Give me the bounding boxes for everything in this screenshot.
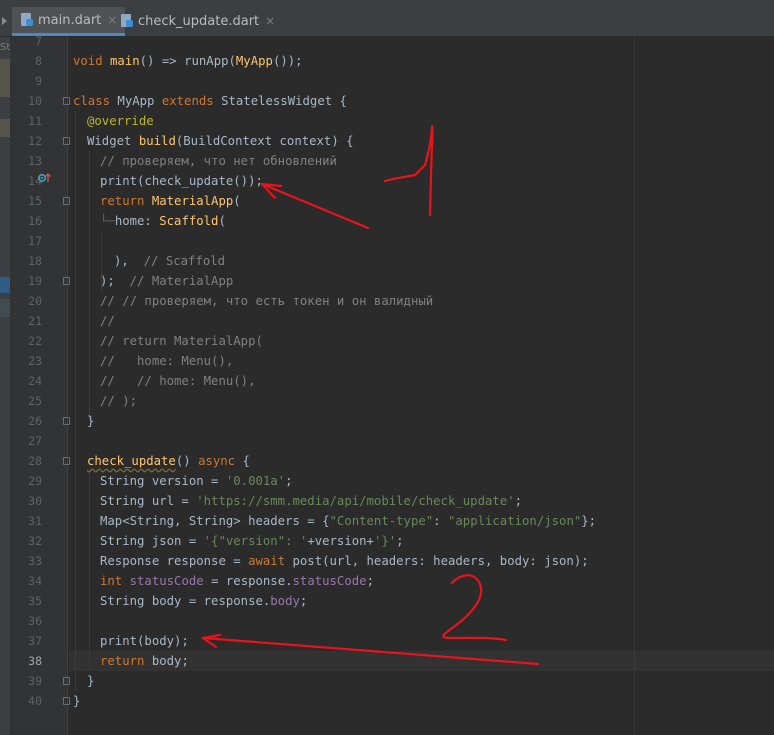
line-number: 23 xyxy=(28,354,42,368)
code-line-10[interactable]: class MyApp extends StatelessWidget { xyxy=(73,91,347,111)
code-line-33[interactable]: Response response = await post(url, head… xyxy=(100,551,589,571)
strip-marker xyxy=(0,119,10,137)
line-number: 19 xyxy=(28,274,42,288)
code-line-18[interactable]: ), // Scaffold xyxy=(114,251,225,271)
code-line-11[interactable]: @override xyxy=(87,111,154,131)
code-line-15[interactable]: return MaterialApp( xyxy=(100,191,241,211)
strip-marker xyxy=(0,277,10,293)
code-line-19[interactable]: ); // MaterialApp xyxy=(100,271,233,291)
dart-file-icon xyxy=(20,13,34,27)
code-line-8[interactable]: void main() => runApp(MyApp()); xyxy=(73,51,303,71)
tab-scroll-left-icon[interactable] xyxy=(0,8,8,34)
code-line-16[interactable]: └─home: Scaffold( xyxy=(100,211,226,231)
line-number: 30 xyxy=(28,494,42,508)
line-number: 20 xyxy=(28,294,42,308)
code-line-23[interactable]: // home: Menu(), xyxy=(100,351,233,371)
line-number-gutter[interactable]: 7 8 9 10 11 12 13 14 15 16 17 18 19 20 2… xyxy=(10,34,70,735)
line-number: 40 xyxy=(28,694,42,708)
line-number: 33 xyxy=(28,554,42,568)
line-number: 39 xyxy=(28,674,42,688)
dart-file-icon xyxy=(120,14,134,28)
tab-label: check_update.dart xyxy=(138,13,260,29)
line-number: 36 xyxy=(28,614,42,628)
code-line-14[interactable]: print(check_update()); xyxy=(100,171,263,191)
editor-tab-bar: main.dart × check_update.dart × xyxy=(0,0,774,37)
line-number: 29 xyxy=(28,474,42,488)
line-number: 18 xyxy=(28,254,42,268)
line-number: 16 xyxy=(28,214,42,228)
line-number: 25 xyxy=(28,394,42,408)
line-number: 12 xyxy=(28,134,42,148)
line-number: 9 xyxy=(35,74,42,88)
code-line-21[interactable]: // xyxy=(100,311,115,331)
tab-check-update-dart[interactable]: check_update.dart × xyxy=(112,8,283,34)
code-line-28[interactable]: check_update() async { xyxy=(87,451,250,471)
line-number: 15 xyxy=(28,194,42,208)
side-panel-strip[interactable]: St xyxy=(0,37,10,735)
code-line-24[interactable]: // // home: Menu(), xyxy=(100,371,255,391)
code-line-29[interactable]: String version = '0.001a'; xyxy=(100,471,293,491)
code-line-25[interactable]: // ); xyxy=(100,391,137,411)
line-number: 26 xyxy=(28,414,42,428)
code-line-35[interactable]: String body = response.body; xyxy=(100,591,307,611)
line-number: 27 xyxy=(28,434,42,448)
code-line-12[interactable]: Widget build(BuildContext context) { xyxy=(87,131,354,151)
code-line-38[interactable]: return body; xyxy=(100,651,189,671)
right-margin-guide xyxy=(634,37,635,735)
line-number-current: 38 xyxy=(28,654,42,668)
code-line-30[interactable]: String url = 'https://smm.media/api/mobi… xyxy=(100,491,522,511)
line-number: 31 xyxy=(28,514,42,528)
side-panel-label: St xyxy=(0,42,11,53)
strip-marker xyxy=(0,299,10,317)
line-number: 10 xyxy=(28,94,42,108)
line-number: 11 xyxy=(28,114,42,128)
code-line-32[interactable]: String json = '{"version": '+version+'}'… xyxy=(100,531,404,551)
line-number: 28 xyxy=(28,454,42,468)
code-editor[interactable]: void main() => runApp(MyApp()); class My… xyxy=(69,37,774,735)
code-line-40[interactable]: } xyxy=(73,691,80,711)
line-number: 21 xyxy=(28,314,42,328)
tab-label: main.dart xyxy=(38,12,102,28)
line-number: 37 xyxy=(28,634,42,648)
code-line-13[interactable]: // проверяем, что нет обновлений xyxy=(100,151,337,171)
strip-marker xyxy=(0,59,10,97)
line-number: 35 xyxy=(28,594,42,608)
override-gutter-icon[interactable] xyxy=(38,172,52,184)
code-line-39[interactable]: } xyxy=(87,671,94,691)
line-number: 17 xyxy=(28,234,42,248)
line-number: 22 xyxy=(28,334,42,348)
code-line-34[interactable]: int statusCode = response.statusCode; xyxy=(100,571,374,591)
code-line-22[interactable]: // return MaterialApp( xyxy=(100,331,263,351)
close-tab-icon[interactable]: × xyxy=(265,14,275,28)
line-number: 32 xyxy=(28,534,42,548)
line-number: 24 xyxy=(28,374,42,388)
code-line-26[interactable]: } xyxy=(87,411,94,431)
line-number: 34 xyxy=(28,574,42,588)
code-line-31[interactable]: Map<String, String> headers = {"Content-… xyxy=(100,511,596,531)
line-number: 13 xyxy=(28,154,42,168)
line-number: 7 xyxy=(35,34,42,48)
code-line-37[interactable]: print(body); xyxy=(100,631,189,651)
line-number: 8 xyxy=(35,54,42,68)
code-line-20[interactable]: // // проверяем, что есть токен и он вал… xyxy=(100,291,433,311)
